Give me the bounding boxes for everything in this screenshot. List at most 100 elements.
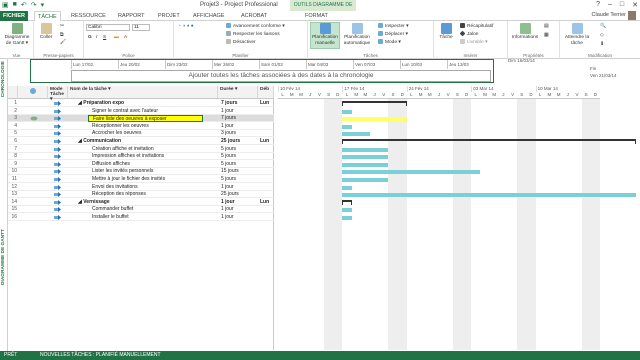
task-duration[interactable]: 1 jour: [221, 206, 257, 213]
task-name[interactable]: Commander buffet: [92, 206, 218, 213]
tab-rapport[interactable]: RAPPORT: [115, 11, 148, 21]
font-color-icon[interactable]: A: [124, 35, 127, 40]
scroll-to-task-button[interactable]: Atteindre la tâche: [562, 23, 592, 46]
task-start[interactable]: Lun: [260, 199, 274, 206]
task-duration[interactable]: 1 jour: [221, 123, 257, 130]
clear-icon[interactable]: ◇: [600, 33, 604, 38]
user-name[interactable]: Claude Terrier: [592, 12, 626, 18]
tab-projet[interactable]: PROJET: [155, 11, 183, 21]
notes-icon[interactable]: ▤: [544, 24, 549, 29]
row-number[interactable]: 8: [8, 153, 17, 160]
timeline-placeholder[interactable]: Ajouter toutes les tâches associées à de…: [71, 70, 491, 82]
task-start[interactable]: [260, 130, 274, 137]
duration-header[interactable]: Durée ▾: [218, 86, 258, 99]
task-bar[interactable]: [342, 185, 352, 190]
deliverable-button[interactable]: Livrable ▾: [460, 39, 488, 45]
manual-schedule-button[interactable]: Planification manuelle: [310, 22, 340, 49]
save-icon[interactable]: ■: [13, 1, 17, 9]
details-icon[interactable]: ▦: [544, 33, 549, 38]
on-track-button[interactable]: Avancement conforme ▾: [226, 23, 285, 29]
task-name[interactable]: Impression affiches et invitations: [92, 153, 218, 160]
tab-ressource[interactable]: RESSOURCE: [68, 11, 109, 21]
task-bar[interactable]: [342, 155, 389, 160]
timeline[interactable]: Lun 17/02 Jeu 20/02 Dim 23/02 Mer 26/02 Sam …: [30, 59, 494, 83]
undo-icon[interactable]: ↶: [21, 1, 27, 9]
table-row[interactable]: 7 Création affiche et invitation 5 jours: [8, 146, 274, 153]
summary-bar[interactable]: [342, 101, 408, 106]
task-start[interactable]: [260, 176, 274, 183]
task-duration[interactable]: 1 jour: [221, 108, 257, 115]
tab-affichage[interactable]: AFFICHAGE: [190, 11, 227, 21]
task-name[interactable]: Accrocher les oeuvres: [92, 130, 218, 137]
table-row[interactable]: 8 Impression affiches et invitations 5 jou…: [8, 153, 274, 161]
task-bar[interactable]: [342, 162, 389, 167]
info-header[interactable]: [18, 86, 48, 99]
tab-format[interactable]: FORMAT: [302, 11, 331, 21]
task-name[interactable]: Installer le buffet: [92, 214, 218, 221]
row-number[interactable]: 5: [8, 130, 17, 137]
table-row[interactable]: 15 Commander buffet 1 jour: [8, 206, 274, 214]
task-bar[interactable]: [342, 193, 636, 198]
format-painter-icon[interactable]: 🖌: [60, 40, 66, 45]
task-bar[interactable]: [342, 124, 352, 129]
task-duration[interactable]: 7 jours: [221, 115, 257, 122]
task-duration[interactable]: 25 jours: [221, 138, 257, 145]
font-size-select[interactable]: 11: [132, 24, 150, 31]
task-start[interactable]: Lun: [260, 138, 274, 145]
row-number[interactable]: 6: [8, 138, 17, 145]
percent-icons[interactable]: ◔ ◑ ◕ ●: [178, 24, 194, 29]
task-bar[interactable]: [342, 170, 481, 175]
table-row[interactable]: 2 Signer le contrat avec l'auteur 1 jour: [8, 108, 274, 115]
table-row[interactable]: 6 ◢ Communication 25 jours Lun: [8, 138, 274, 145]
row-number[interactable]: 15: [8, 206, 17, 213]
qat-more-icon[interactable]: ▾: [41, 1, 45, 9]
summary-bar[interactable]: [342, 199, 352, 205]
table-row[interactable]: 14 ◢ Vernissage 1 jour Lun: [8, 199, 274, 206]
task-duration[interactable]: 5 jours: [221, 153, 257, 160]
auto-schedule-button[interactable]: Planification automatique: [342, 23, 372, 46]
task-start[interactable]: [260, 191, 274, 198]
task-name[interactable]: Faire liste des oeuvres à exposer: [88, 115, 203, 123]
row-number[interactable]: 13: [8, 191, 17, 198]
row-number[interactable]: 9: [8, 161, 17, 168]
underline-icon[interactable]: S: [103, 35, 106, 40]
row-number[interactable]: 3: [8, 115, 17, 122]
task-bar[interactable]: [342, 208, 352, 213]
task-duration[interactable]: 5 jours: [221, 146, 257, 153]
task-duration[interactable]: 1 jour: [221, 199, 257, 206]
fill-icon[interactable]: ⬇: [600, 42, 604, 47]
inspect-button[interactable]: Inspecter ▾: [378, 23, 408, 29]
task-bar[interactable]: [342, 147, 389, 152]
task-name[interactable]: ◢ Vernissage: [78, 199, 218, 206]
paste-button[interactable]: Coller: [36, 23, 56, 41]
task-name[interactable]: Diffusion affiches: [92, 161, 218, 168]
maximize-icon[interactable]: □: [620, 1, 624, 9]
task-bar[interactable]: [342, 109, 352, 114]
row-number[interactable]: 10: [8, 168, 17, 175]
task-duration[interactable]: 5 jours: [221, 176, 257, 183]
italic-icon[interactable]: I: [96, 35, 97, 40]
task-name[interactable]: Réception des réponses: [92, 191, 218, 198]
start-header[interactable]: Déb: [258, 86, 274, 99]
table-row[interactable]: 9 Diffusion affiches 5 jours: [8, 161, 274, 168]
new-tasks-mode[interactable]: NOUVELLES TÂCHES : PLANIFIÉ MANUELLEMENT: [40, 351, 161, 360]
table-row[interactable]: 4 Réceptionner les oeuvres 1 jour: [8, 123, 274, 130]
task-name[interactable]: Réceptionner les oeuvres: [92, 123, 218, 130]
task-duration[interactable]: 7 jours: [221, 100, 257, 107]
task-start[interactable]: [260, 214, 274, 221]
row-number[interactable]: 7: [8, 146, 17, 153]
table-row[interactable]: 10 Lister les invités personnels 15 jours: [8, 168, 274, 176]
row-number[interactable]: 2: [8, 108, 17, 115]
task-start[interactable]: [260, 108, 274, 115]
bold-icon[interactable]: G: [88, 35, 92, 40]
inactivate-button[interactable]: Désactiver: [226, 39, 256, 45]
row-number[interactable]: 1: [8, 100, 17, 107]
timeline-view-label[interactable]: CHRONOLOGIE: [1, 61, 6, 97]
task-start[interactable]: [260, 206, 274, 213]
avatar[interactable]: [628, 11, 636, 20]
minimize-icon[interactable]: –: [608, 1, 612, 9]
gantt-chart[interactable]: 10 Fév 14 L M M J V S D 17 Fév 14 L M M J V S D 24 Fév 1…: [274, 86, 640, 350]
app-icon[interactable]: ▣: [2, 1, 9, 9]
row-number[interactable]: 12: [8, 184, 17, 191]
close-icon[interactable]: ✕: [632, 1, 638, 9]
